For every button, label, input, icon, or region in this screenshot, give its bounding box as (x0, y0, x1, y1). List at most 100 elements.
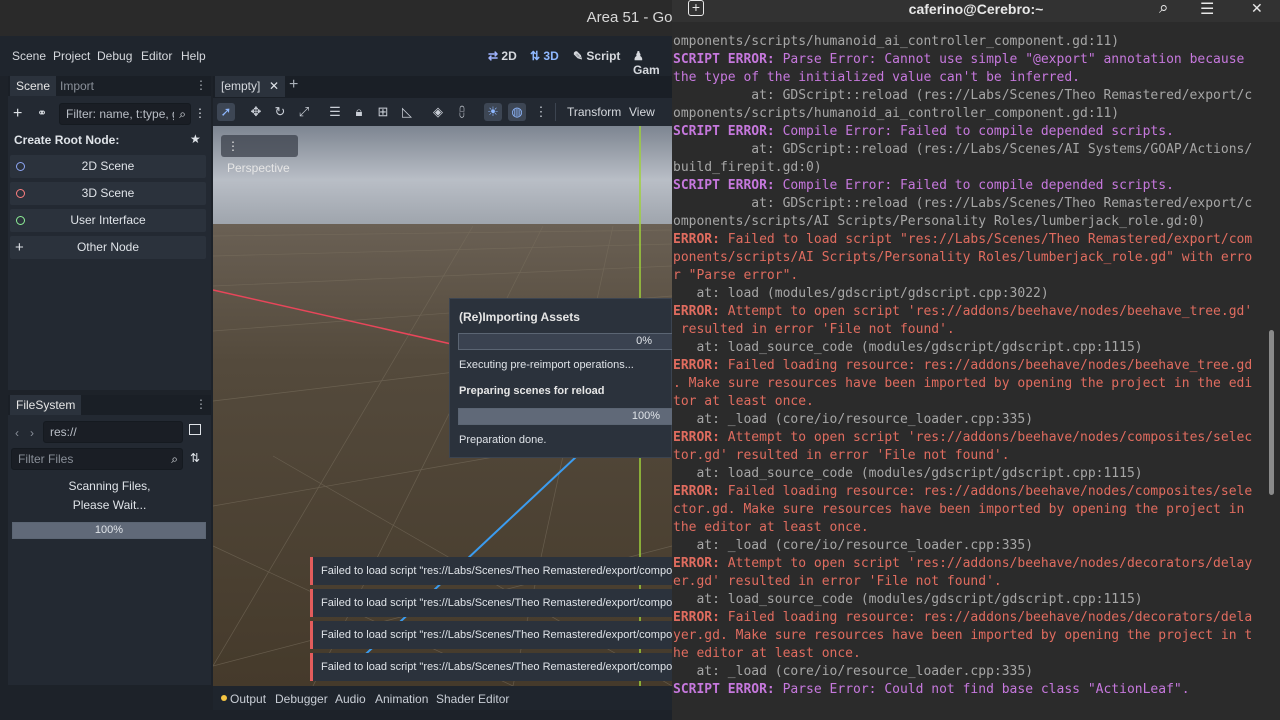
local-space-icon[interactable]: ◈ (429, 103, 447, 121)
mode-script-button[interactable]: ✎ Script (573, 49, 620, 63)
tab-import[interactable]: Import (54, 76, 100, 96)
rotate-tool-icon[interactable]: ↻ (271, 103, 289, 121)
terminal-text: tor at least once. (673, 394, 814, 409)
terminal-text: Attempt to open script 'res://addons/bee… (719, 556, 1253, 571)
menu-help[interactable]: Help (181, 49, 206, 63)
error-toast[interactable]: Failed to load script "res://Labs/Scenes… (310, 589, 672, 617)
scene-filter-input[interactable]: Filter: name, t:type, g: ⌕ (59, 103, 191, 125)
terminal-text: tor.gd' resulted in error 'File not foun… (673, 448, 1010, 463)
create-other-node-button[interactable]: + Other Node (10, 236, 206, 259)
terminal-text: Parse Error: Cannot use simple "@export"… (774, 52, 1245, 67)
split-mode-icon[interactable] (189, 424, 201, 435)
dock-menu-icon[interactable]: ⋮ (195, 78, 207, 92)
move-tool-icon[interactable]: ✥ (247, 103, 265, 121)
terminal-text: at: _load (core/io/resource_loader.cpp:3… (673, 664, 1034, 679)
error-keyword: SCRIPT ERROR: (673, 124, 775, 139)
dialog-title: (Re)Importing Assets (459, 310, 580, 324)
more-options-icon[interactable]: ⋮ (532, 103, 550, 121)
perspective-menu[interactable]: ⋮ Perspective (221, 135, 298, 175)
hamburger-menu-icon[interactable]: ☰ (1200, 0, 1214, 19)
menu-debug[interactable]: Debug (97, 49, 132, 63)
create-3d-scene-button[interactable]: 3D Scene (10, 182, 206, 205)
terminal-line: build_firepit.gd:0) (673, 159, 1265, 177)
error-toast[interactable]: Failed to load script "res://Labs/Scenes… (310, 621, 672, 649)
terminal-line: omponents/scripts/humanoid_ai_controller… (673, 33, 1265, 51)
2d-icon: ⇄ (488, 49, 502, 63)
create-2d-scene-button[interactable]: 2D Scene (10, 155, 206, 178)
fs-path-field[interactable]: res:// (43, 421, 183, 443)
filesystem-dock: FileSystem ⋮ ‹ › res:// Filter Files ⌕ ⇅… (8, 395, 211, 685)
snap-icon[interactable]: ⩉ (453, 103, 471, 121)
scene-dock: Scene Import ⋮ + ⚭ Filter: name, t:type,… (8, 76, 211, 390)
create-ui-button[interactable]: User Interface (10, 209, 206, 232)
filter-files-input[interactable]: Filter Files ⌕ (11, 448, 183, 470)
terminal-text: Failed loading resource: res://addons/be… (719, 610, 1253, 625)
view-menu[interactable]: View (629, 105, 655, 119)
terminal-output[interactable]: omponents/scripts/humanoid_ai_controller… (673, 33, 1265, 699)
prepare-section-title: Preparing scenes for reload (459, 385, 605, 397)
tab-scene[interactable]: Scene (10, 76, 57, 96)
mode-2d-button[interactable]: ⇄ 2D (488, 49, 517, 63)
terminal-line: ERROR: Failed loading resource: res://ad… (673, 483, 1265, 501)
search-icon[interactable]: ⌕ (1159, 0, 1169, 18)
scale-tool-icon[interactable]: ⤢ (295, 103, 313, 121)
menu-scene[interactable]: Scene (12, 49, 46, 63)
terminal-text: . Make sure resources have been imported… (673, 376, 1253, 391)
menu-editor[interactable]: Editor (141, 49, 172, 63)
mode-game-button[interactable]: ♟ Gam (633, 49, 672, 77)
tab-filesystem[interactable]: FileSystem (10, 395, 82, 415)
fs-menu-icon[interactable]: ⋮ (195, 397, 207, 411)
error-keyword: ERROR: (673, 610, 720, 625)
3d-icon: ⇅ (530, 49, 544, 63)
transform-menu[interactable]: Transform (567, 105, 621, 119)
terminal-line: he editor at least once. (673, 645, 1265, 663)
terminal-text: Failed loading resource: res://addons/be… (719, 358, 1253, 373)
forward-icon[interactable]: › (30, 426, 34, 440)
tab-debugger[interactable]: Debugger (275, 692, 328, 706)
terminal-text: ponents/scripts/AI Scripts/Personality R… (673, 250, 1253, 265)
tab-output[interactable]: Output (230, 692, 266, 706)
group-icon[interactable]: ⊞ (374, 103, 392, 121)
terminal-line: SCRIPT ERROR: Compile Error: Failed to c… (673, 177, 1265, 195)
new-tab-icon[interactable]: + (289, 76, 298, 94)
filter-options-icon[interactable]: ⋮ (194, 106, 206, 120)
error-keyword: ERROR: (673, 484, 720, 499)
list-select-icon[interactable]: ☰ (326, 103, 344, 121)
back-icon[interactable]: ‹ (15, 426, 19, 440)
environment-preview-icon[interactable]: ◍ (508, 103, 526, 121)
tab-animation[interactable]: Animation (375, 692, 428, 706)
error-keyword: ERROR: (673, 304, 720, 319)
lock-icon[interactable]: 🔒︎ (350, 103, 368, 121)
node2d-icon (16, 162, 25, 171)
sun-preview-icon[interactable]: ☀ (484, 103, 502, 121)
tab-audio[interactable]: Audio (335, 692, 366, 706)
error-keyword: SCRIPT ERROR: (673, 52, 775, 67)
ruler-icon[interactable]: ◺ (398, 103, 416, 121)
sort-icon[interactable]: ⇅ (190, 451, 200, 465)
menu-project[interactable]: Project (53, 49, 90, 63)
output-warning-dot (221, 695, 227, 701)
terminal-text: at: _load (core/io/resource_loader.cpp:3… (673, 538, 1034, 553)
terminal-line: ERROR: Failed to load script "res://Labs… (673, 231, 1265, 249)
error-toast[interactable]: Failed to load script "res://Labs/Scenes… (310, 557, 672, 585)
scene-tab-empty[interactable]: [empty] ✕ (215, 76, 285, 97)
terminal-text: omponents/scripts/AI Scripts/Personality… (673, 214, 1206, 229)
terminal-text: omponents/scripts/humanoid_ai_controller… (673, 34, 1120, 49)
close-tab-icon[interactable]: ✕ (269, 76, 279, 96)
terminal-text: Compile Error: Failed to compile depende… (774, 178, 1174, 193)
reimport-dialog: (Re)Importing Assets 0% Executing pre-re… (449, 298, 683, 458)
scanning-text-1: Scanning Files, (68, 479, 151, 493)
terminal-line: ERROR: Attempt to open script 'res://add… (673, 429, 1265, 447)
import-progress-bar: 0% (458, 333, 683, 350)
terminal-line: at: load (modules/gdscript/gdscript.cpp:… (673, 285, 1265, 303)
error-toast[interactable]: Failed to load script "res://Labs/Scenes… (310, 653, 672, 681)
favorite-star-icon[interactable]: ★ (190, 132, 201, 146)
prepare-progress-label: 100% (631, 410, 660, 422)
terminal-scrollbar[interactable] (1269, 330, 1274, 495)
add-node-icon[interactable]: + (13, 105, 22, 123)
link-icon[interactable]: ⚭ (37, 106, 47, 120)
select-tool-icon[interactable]: ➚ (217, 103, 235, 121)
close-icon[interactable]: ✕ (1251, 0, 1263, 17)
tab-shader-editor[interactable]: Shader Editor (436, 692, 509, 706)
mode-3d-button[interactable]: ⇅ 3D (530, 49, 559, 63)
